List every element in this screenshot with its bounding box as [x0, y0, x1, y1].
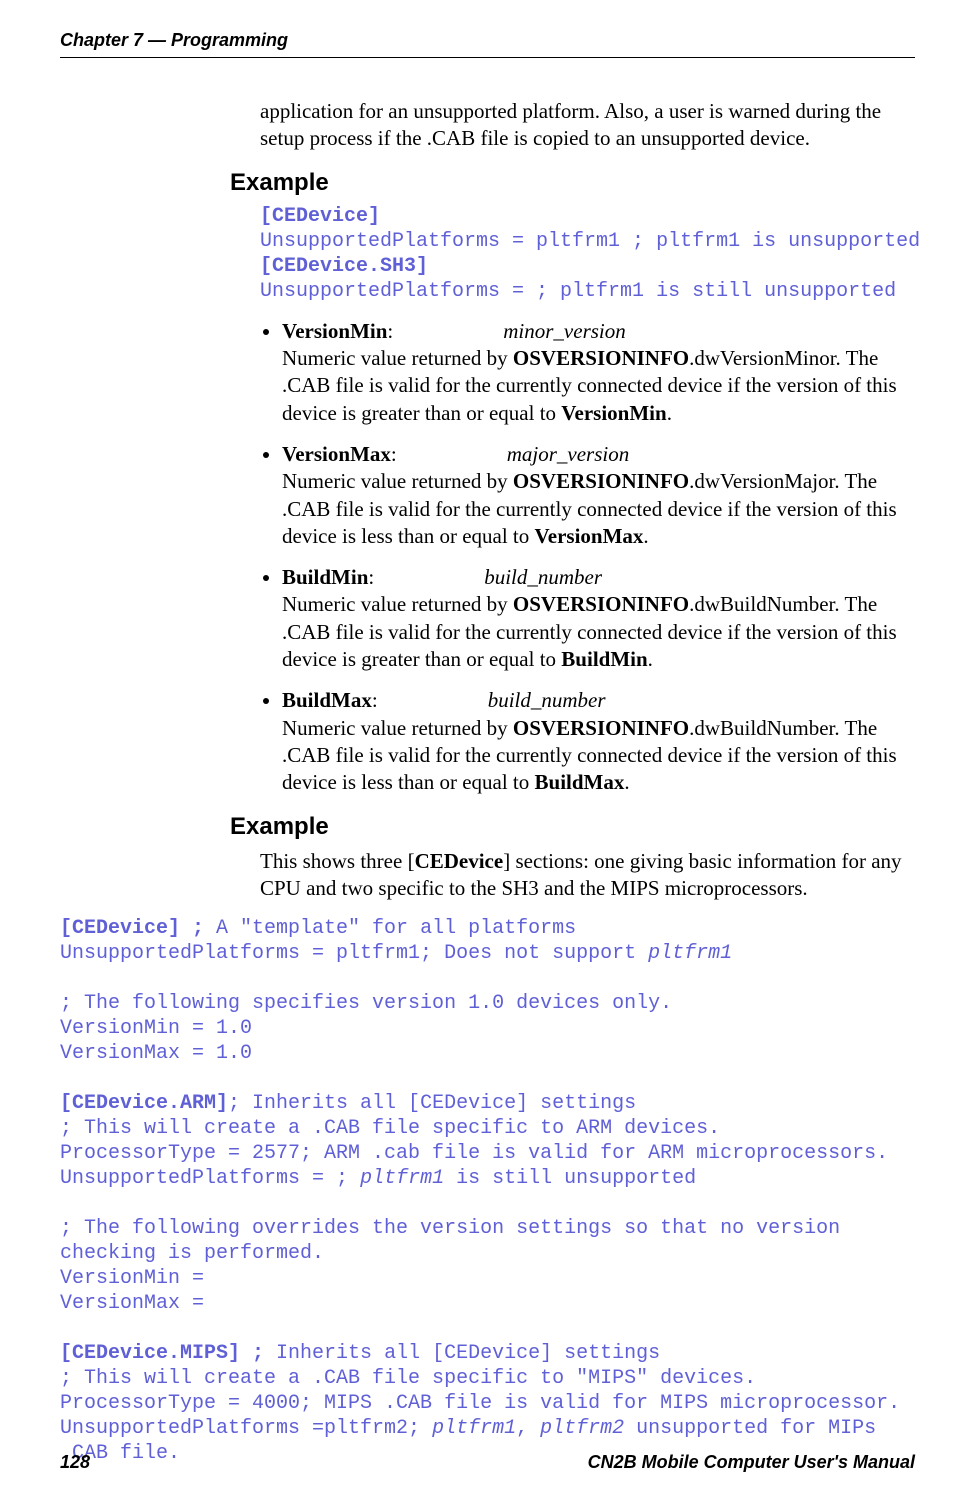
- code-line: UnsupportedPlatforms = ;: [60, 1167, 360, 1190]
- param-value: minor_version: [503, 318, 626, 345]
- code-line: UnsupportedPlatforms = pltfrm1 ; pltfrm1…: [260, 230, 920, 253]
- param-bold-end: VersionMin: [561, 401, 666, 425]
- code-line: ; The following overrides the version se…: [60, 1217, 852, 1265]
- code-line: ; Inherits all [CEDevice] settings: [228, 1092, 636, 1115]
- header-rule: [60, 57, 915, 58]
- code-line: UnsupportedPlatforms = pltfrm1; Does not…: [60, 942, 648, 965]
- param-desc-pre: Numeric value returned by: [282, 346, 513, 370]
- param-bold-end: BuildMin: [561, 647, 647, 671]
- param-term: BuildMin: [282, 565, 368, 589]
- code-line: VersionMin =: [60, 1267, 204, 1290]
- page-footer: 128 CN2B Mobile Computer User's Manual: [60, 1452, 915, 1473]
- code-line: ProcessorType = 2577; ARM .cab file is v…: [60, 1142, 888, 1165]
- param-term: VersionMin: [282, 319, 387, 343]
- param-value: build_number: [488, 687, 606, 714]
- example-heading-1: Example: [230, 167, 915, 198]
- code-line: [CEDevice]: [260, 205, 380, 228]
- intro-paragraph: application for an unsupported platform.…: [260, 98, 915, 153]
- code-line: is still unsupported: [444, 1167, 696, 1190]
- list-item: VersionMin:minor_version Numeric value r…: [282, 318, 915, 427]
- api-name: OSVERSIONINFO: [513, 592, 689, 616]
- code-line: pltfrm1: [360, 1167, 444, 1190]
- list-item: BuildMax:build_number Numeric value retu…: [282, 687, 915, 796]
- code-line: pltfrm1: [432, 1417, 516, 1440]
- code-line: UnsupportedPlatforms =pltfrm2;: [60, 1417, 432, 1440]
- param-value: build_number: [484, 564, 602, 591]
- param-bold-end: VersionMax: [535, 524, 644, 548]
- api-name: OSVERSIONINFO: [513, 469, 689, 493]
- list-item: BuildMin:build_number Numeric value retu…: [282, 564, 915, 673]
- param-term: BuildMax: [282, 688, 372, 712]
- ex2-bold: CEDevice: [415, 849, 504, 873]
- code-block-1: [CEDevice] UnsupportedPlatforms = pltfrm…: [260, 204, 915, 304]
- api-name: OSVERSIONINFO: [513, 716, 689, 740]
- code-line: ; This will create a .CAB file specific …: [60, 1117, 720, 1140]
- footer-title: CN2B Mobile Computer User's Manual: [588, 1452, 915, 1473]
- code-line: pltfrm2: [540, 1417, 624, 1440]
- param-desc-pre: Numeric value returned by: [282, 716, 513, 740]
- param-bold-end: BuildMax: [535, 770, 625, 794]
- code-line: VersionMax =: [60, 1292, 204, 1315]
- dot: .: [643, 524, 648, 548]
- param-desc-pre: Numeric value returned by: [282, 469, 513, 493]
- code-line: ProcessorType = 4000; MIPS .CAB file is …: [60, 1392, 900, 1415]
- code-line: ; This will create a .CAB file specific …: [60, 1367, 756, 1390]
- running-header: Chapter 7 — Programming: [60, 30, 915, 51]
- ex2-pre: This shows three [: [260, 849, 415, 873]
- example-heading-2: Example: [230, 811, 915, 842]
- page-number: 128: [60, 1452, 90, 1473]
- param-term: VersionMax: [282, 442, 391, 466]
- code-line: pltfrm1: [648, 942, 732, 965]
- code-line: ; The following specifies version 1.0 de…: [60, 992, 672, 1015]
- dot: .: [648, 647, 653, 671]
- param-desc-pre: Numeric value returned by: [282, 592, 513, 616]
- code-block-2: [CEDevice] ; A "template" for all platfo…: [60, 916, 915, 1466]
- parameter-list: VersionMin:minor_version Numeric value r…: [260, 318, 915, 797]
- code-line: [CEDevice.SH3]: [260, 255, 428, 278]
- list-item: VersionMax:major_version Numeric value r…: [282, 441, 915, 550]
- example2-paragraph: This shows three [CEDevice] sections: on…: [260, 848, 915, 903]
- dot: .: [624, 770, 629, 794]
- code-line: [CEDevice.MIPS] ;: [60, 1342, 276, 1365]
- code-line: VersionMax = 1.0: [60, 1042, 252, 1065]
- param-value: major_version: [507, 441, 630, 468]
- code-line: [CEDevice.ARM]: [60, 1092, 228, 1115]
- dot: .: [667, 401, 672, 425]
- code-line: UnsupportedPlatforms = ; pltfrm1 is stil…: [260, 280, 896, 303]
- code-line: ,: [516, 1417, 540, 1440]
- code-line: A "template" for all platforms: [216, 917, 576, 940]
- code-line: Inherits all [CEDevice] settings: [276, 1342, 660, 1365]
- code-line: VersionMin = 1.0: [60, 1017, 252, 1040]
- api-name: OSVERSIONINFO: [513, 346, 689, 370]
- code-line: [CEDevice] ;: [60, 917, 216, 940]
